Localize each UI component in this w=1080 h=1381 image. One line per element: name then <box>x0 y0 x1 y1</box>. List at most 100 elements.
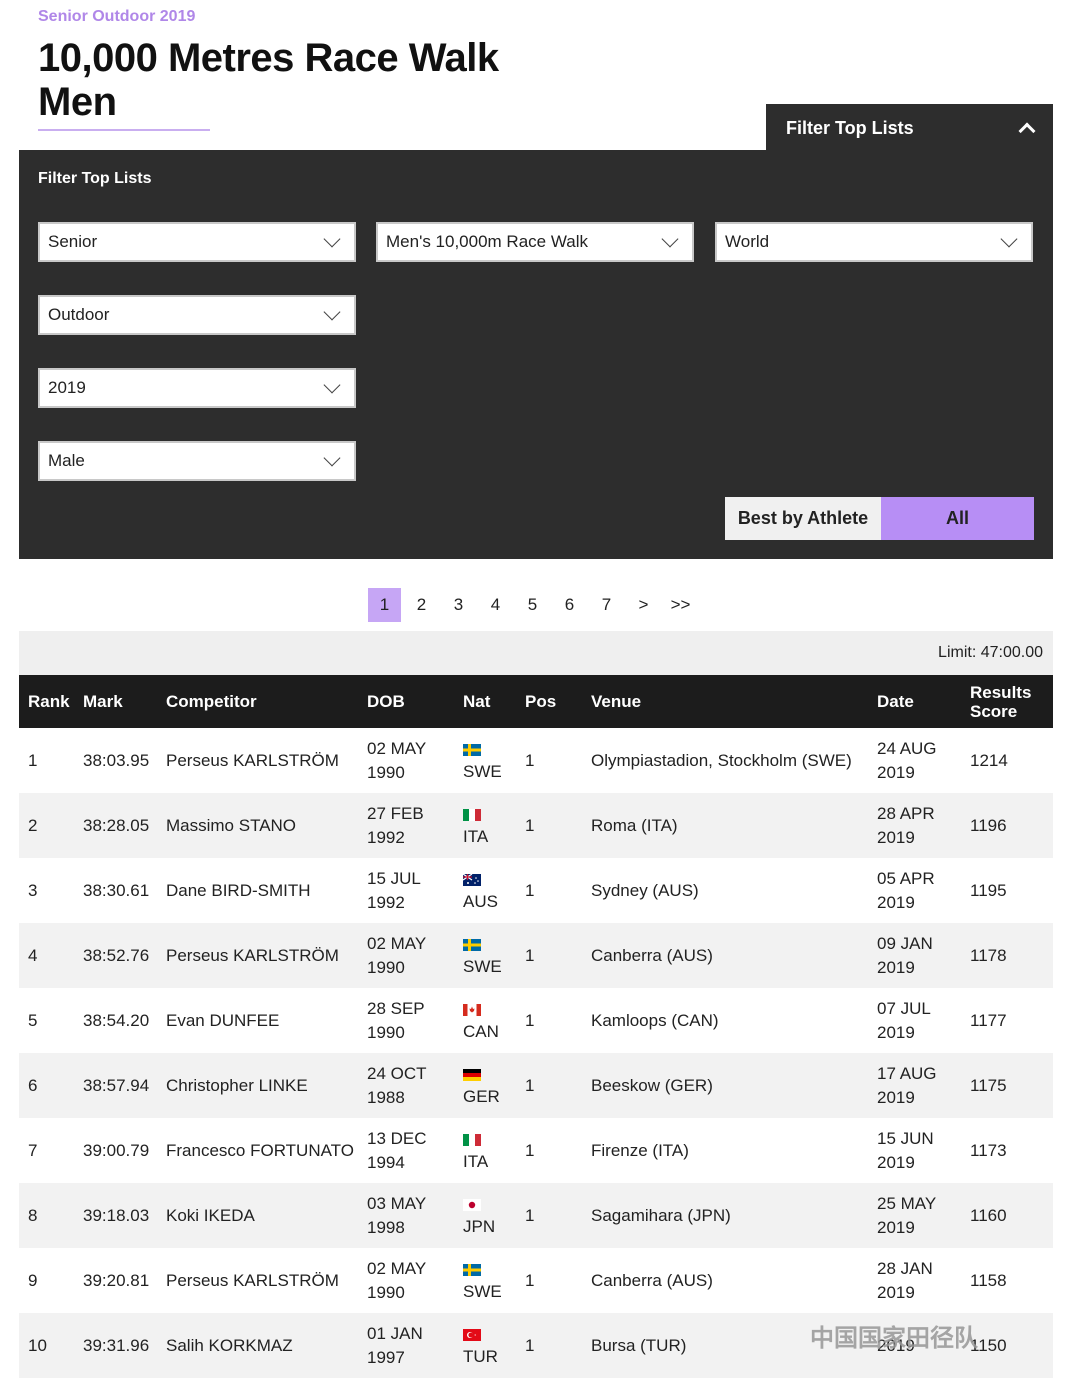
date-day: 25 MAY <box>877 1193 937 1213</box>
table-row: 2 38:28.05 Massimo STANO 27 FEB 1992 ITA 1 Roma… <box>19 793 1053 858</box>
date-cell: 07 JUL 2019 <box>868 988 961 1053</box>
date-day: 07 JUL <box>877 998 931 1018</box>
date-cell: 05 APR 2019 <box>868 858 961 923</box>
rank-cell: 6 <box>19 1053 74 1118</box>
date-cell: 24 AUG 2019 <box>868 728 961 793</box>
nat-cell: SWE <box>454 1248 516 1313</box>
score-cell: 1177 <box>961 988 1053 1053</box>
competitor-link[interactable]: Perseus KARLSTRÖM <box>157 728 358 793</box>
date-day: 17 AUG <box>877 1063 937 1083</box>
flag-icon <box>463 1260 516 1281</box>
pos-cell: 1 <box>516 1053 582 1118</box>
chevron-up-icon[interactable] <box>1019 121 1033 135</box>
gender-select[interactable]: Male <box>38 441 356 481</box>
competitor-link[interactable]: Koki IKEDA <box>157 1183 358 1248</box>
dob-year: 1990 <box>367 957 405 977</box>
venue-cell: Firenze (ITA) <box>582 1118 868 1183</box>
filter-panel-title: Filter Top Lists <box>38 170 152 187</box>
score-cell: 1175 <box>961 1053 1053 1118</box>
environment-select[interactable]: Outdoor <box>38 295 356 335</box>
date-day: 15 JUN <box>877 1128 934 1148</box>
dob-day: 02 MAY <box>367 933 427 953</box>
header-mark: Mark <box>74 675 157 728</box>
competitor-link[interactable]: Francesco FORTUNATO <box>157 1118 358 1183</box>
limit-bar: Limit: 47:00.00 <box>19 631 1053 675</box>
date-year: 2019 <box>877 957 915 977</box>
competitor-link[interactable]: Perseus KARLSTRÖM <box>157 923 358 988</box>
mark-cell: 39:31.96 <box>74 1313 157 1378</box>
venue-cell: Beeskow (GER) <box>582 1053 868 1118</box>
region-select[interactable]: World <box>715 222 1033 262</box>
flag-icon <box>463 935 516 956</box>
competitor-link[interactable]: Perseus KARLSTRÖM <box>157 1248 358 1313</box>
competitor-link[interactable]: Salih KORKMAZ <box>157 1313 358 1378</box>
best-by-athlete-button[interactable]: Best by Athlete <box>725 497 881 540</box>
page-link-6[interactable]: 6 <box>553 588 586 622</box>
nat-cell: GER <box>454 1053 516 1118</box>
dob-year: 1990 <box>367 1282 405 1302</box>
dob-cell: 01 JAN 1997 <box>358 1313 454 1378</box>
flag-icon <box>463 1325 516 1346</box>
pos-cell: 1 <box>516 793 582 858</box>
age-category-select[interactable]: Senior <box>38 222 356 262</box>
page-link-3[interactable]: 3 <box>442 588 475 622</box>
filter-panel: Filter Top Lists Senior Men's 10,000m Ra… <box>19 150 1053 559</box>
page-link-7[interactable]: 7 <box>590 588 623 622</box>
last-page-link[interactable]: >> <box>664 588 697 622</box>
mark-cell: 38:54.20 <box>74 988 157 1053</box>
page-link-2[interactable]: 2 <box>405 588 438 622</box>
date-year: 2019 <box>877 1217 915 1237</box>
dob-day: 01 JAN <box>367 1323 423 1343</box>
rank-cell: 9 <box>19 1248 74 1313</box>
year-select[interactable]: 2019 <box>38 368 356 408</box>
score-cell: 1196 <box>961 793 1053 858</box>
header-results-score: Results Score <box>961 675 1053 728</box>
competitor-link[interactable]: Dane BIRD-SMITH <box>157 858 358 923</box>
pos-cell: 1 <box>516 728 582 793</box>
mark-cell: 38:30.61 <box>74 858 157 923</box>
dob-year: 1998 <box>367 1217 405 1237</box>
rank-cell: 7 <box>19 1118 74 1183</box>
date-cell: 28 JAN 2019 <box>868 1248 961 1313</box>
dob-cell: 02 MAY 1990 <box>358 728 454 793</box>
date-year: 2019 <box>877 1152 915 1172</box>
dob-cell: 24 OCT 1988 <box>358 1053 454 1118</box>
dob-year: 1990 <box>367 762 405 782</box>
dob-cell: 02 MAY 1990 <box>358 923 454 988</box>
venue-cell: Sydney (AUS) <box>582 858 868 923</box>
dob-day: 15 JUL <box>367 868 421 888</box>
filter-toggle-tab[interactable]: Filter Top Lists <box>766 104 1053 152</box>
next-page-link[interactable]: > <box>627 588 660 622</box>
page-link-4[interactable]: 4 <box>479 588 512 622</box>
title-underline <box>38 129 210 131</box>
competitor-link[interactable]: Massimo STANO <box>157 793 358 858</box>
pos-cell: 1 <box>516 988 582 1053</box>
competitor-link[interactable]: Christopher LINKE <box>157 1053 358 1118</box>
competitor-link[interactable]: Evan DUNFEE <box>157 988 358 1053</box>
page-link-1[interactable]: 1 <box>368 588 401 622</box>
table-row: 9 39:20.81 Perseus KARLSTRÖM 02 MAY 1990 SWE 1… <box>19 1248 1053 1313</box>
rank-cell: 5 <box>19 988 74 1053</box>
list-mode-toggle: Best by Athlete All <box>725 497 1034 540</box>
chevron-down-icon <box>322 454 342 468</box>
date-year: 2019 <box>877 762 915 782</box>
mark-cell: 38:28.05 <box>74 793 157 858</box>
chevron-down-icon <box>322 381 342 395</box>
date-day: 24 AUG <box>877 738 937 758</box>
flag-icon <box>463 740 516 761</box>
header-score-line1: Results <box>970 682 1032 702</box>
header-pos: Pos <box>516 675 582 728</box>
dob-year: 1997 <box>367 1347 405 1367</box>
all-button[interactable]: All <box>881 497 1034 540</box>
table-row: 5 38:54.20 Evan DUNFEE 28 SEP 1990 CAN 1 Kamloo… <box>19 988 1053 1053</box>
score-cell: 1158 <box>961 1248 1053 1313</box>
table-row: 4 38:52.76 Perseus KARLSTRÖM 02 MAY 1990 SWE 1… <box>19 923 1053 988</box>
discipline-select[interactable]: Men's 10,000m Race Walk <box>376 222 694 262</box>
date-cell: 15 JUN 2019 <box>868 1118 961 1183</box>
mark-cell: 39:00.79 <box>74 1118 157 1183</box>
rank-cell: 2 <box>19 793 74 858</box>
limit-text: Limit: 47:00.00 <box>938 644 1043 661</box>
page-link-5[interactable]: 5 <box>516 588 549 622</box>
mark-cell: 39:18.03 <box>74 1183 157 1248</box>
chevron-down-icon <box>999 235 1019 249</box>
